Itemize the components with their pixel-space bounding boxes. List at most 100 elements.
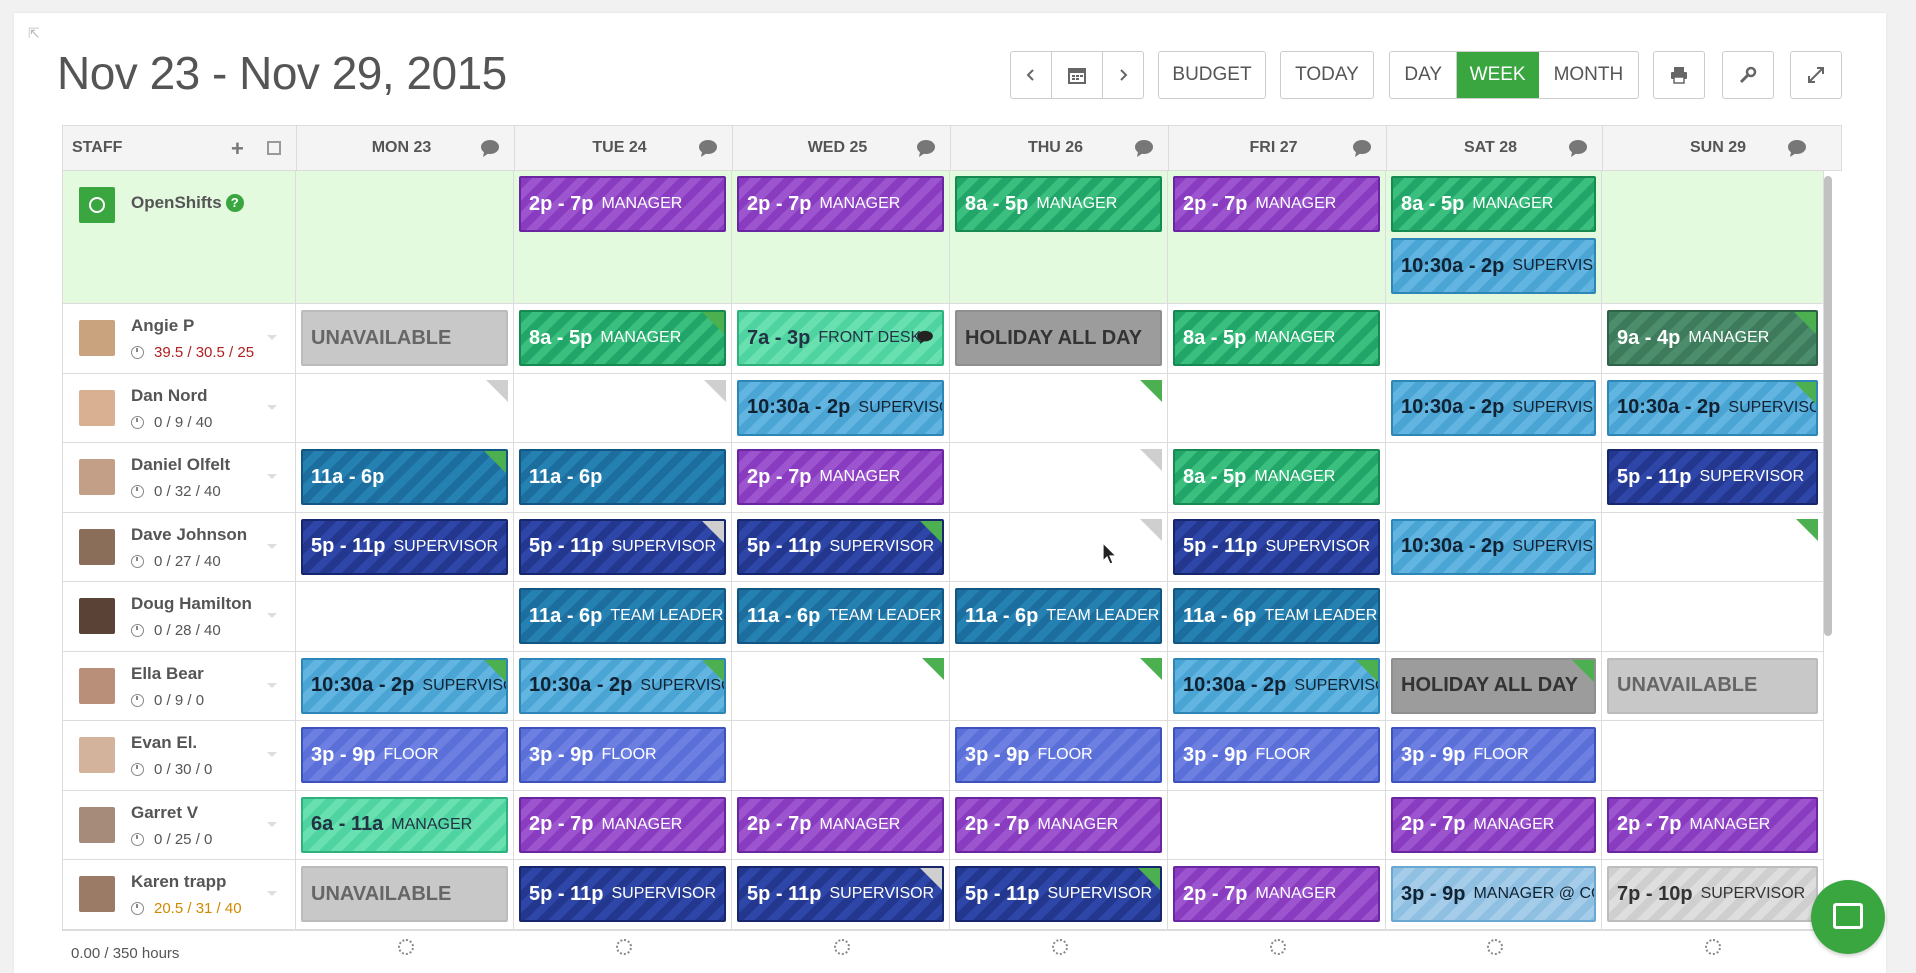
shift-block[interactable]: 5p - 11p SUPERVISOR <box>301 518 508 575</box>
shift-block[interactable]: 10:30a - 2pSUPERVISO <box>1391 518 1596 575</box>
day-cell[interactable]: 8a - 5p MANAGER <box>514 304 732 373</box>
shift-block[interactable]: 10:30a - 2pSUPERVISO <box>1391 238 1596 294</box>
day-cell[interactable]: 10:30a - 2pSUPERVISO <box>1386 373 1602 442</box>
day-cell[interactable]: 2p - 7p MANAGER <box>732 790 950 859</box>
shift-block[interactable]: 5p - 11p SUPERVISOR <box>1173 518 1380 575</box>
day-cell[interactable] <box>1602 582 1824 651</box>
shift-block[interactable]: 10:30a - 2pSUPERVISO <box>1173 657 1380 714</box>
day-note-icon[interactable] <box>1568 139 1588 157</box>
calendar-button[interactable] <box>1051 51 1103 99</box>
shift-block[interactable]: 10:30a - 2pSUPERVISO <box>519 657 726 714</box>
shift-block[interactable]: 2p - 7p MANAGER <box>519 796 726 853</box>
staff-name[interactable]: Daniel Olfelt <box>131 455 230 475</box>
staff-menu-caret-icon[interactable] <box>267 821 277 827</box>
day-cell[interactable]: UNAVAILABLE <box>296 860 514 929</box>
day-cell[interactable]: 2p - 7p MANAGER <box>1386 790 1602 859</box>
shift-block[interactable]: 8a - 5p MANAGER <box>1173 310 1380 366</box>
day-cell[interactable]: 8a - 5p MANAGER 10:30a - 2p SUPERVISO <box>1386 171 1602 303</box>
day-cell[interactable]: 2p - 7p MANAGER <box>514 171 732 303</box>
shift-block[interactable]: 7p - 10p SUPERVISOR <box>1607 866 1818 922</box>
shift-block[interactable]: UNAVAILABLE <box>1607 657 1818 714</box>
day-cell[interactable]: 3p - 9p FLOOR <box>950 721 1168 790</box>
day-cell[interactable]: 2p - 7p MANAGER <box>950 790 1168 859</box>
day-cell[interactable]: 5p - 11p SUPERVISOR <box>1168 512 1386 581</box>
shift-block[interactable]: 10:30a - 2pSUPERVISO <box>1391 379 1596 436</box>
day-cell[interactable] <box>514 373 732 442</box>
shift-block[interactable]: 8a - 5p MANAGER <box>519 310 726 366</box>
staff-menu-caret-icon[interactable] <box>267 752 277 757</box>
settings-button[interactable] <box>1722 51 1774 99</box>
day-cell[interactable]: 11a - 6p <box>514 443 732 512</box>
day-header-mon[interactable]: MON 23 <box>297 126 515 170</box>
staff-cell[interactable]: Angie P 39.5 / 30.5 / 25 <box>62 304 296 373</box>
day-cell[interactable]: 9a - 4p MANAGER <box>1602 304 1824 373</box>
shift-block[interactable]: 5p - 11p SUPERVISOR <box>737 866 944 922</box>
day-cell[interactable]: 10:30a - 2pSUPERVISO <box>1602 373 1824 442</box>
day-header-tue[interactable]: TUE 24 <box>515 126 733 170</box>
day-cell[interactable]: UNAVAILABLE <box>296 304 514 373</box>
day-cell[interactable]: 11a - 6p TEAM LEADER <box>950 582 1168 651</box>
day-note-icon[interactable] <box>916 139 936 157</box>
day-cell[interactable] <box>732 721 950 790</box>
day-cell[interactable]: 8a - 5p MANAGER <box>1168 304 1386 373</box>
day-cell[interactable] <box>296 373 514 442</box>
day-cell[interactable]: HOLIDAY ALL DAY <box>1386 651 1602 720</box>
shift-block[interactable]: 11a - 6p <box>301 449 508 505</box>
day-cell[interactable]: 3p - 9p FLOOR <box>1386 721 1602 790</box>
shift-block[interactable]: 2p - 7p MANAGER <box>955 796 1162 853</box>
staff-menu-caret-icon[interactable] <box>267 335 277 340</box>
staff-name[interactable]: Garret V <box>131 803 198 823</box>
comment-icon[interactable] <box>916 330 934 344</box>
staff-name[interactable]: Karen trapp <box>131 872 226 892</box>
staff-name[interactable]: Dan Nord <box>131 386 208 406</box>
shift-block[interactable]: 10:30a - 2pSUPERVISO <box>301 657 508 714</box>
shift-block[interactable]: 9a - 4p MANAGER <box>1607 310 1818 366</box>
day-cell[interactable] <box>950 373 1168 442</box>
day-cell[interactable] <box>1168 373 1386 442</box>
day-cell[interactable]: 11a - 6p TEAM LEADER <box>1168 582 1386 651</box>
day-cell[interactable] <box>950 651 1168 720</box>
shift-block[interactable]: 11a - 6p TEAM LEADER <box>737 588 944 644</box>
shift-block[interactable]: 3p - 9p FLOOR <box>301 727 508 783</box>
shift-block[interactable]: 10:30a - 2pSUPERVISO <box>1607 379 1818 436</box>
day-cell[interactable]: 7p - 10p SUPERVISOR <box>1602 860 1824 929</box>
view-week-button[interactable]: WEEK <box>1457 52 1539 98</box>
day-cell[interactable]: 7a - 3p FRONT DESK <box>732 304 950 373</box>
staff-cell[interactable]: Garret V 0 / 25 / 0 <box>62 790 296 859</box>
staff-cell[interactable]: Doug Hamilton 0 / 28 / 40 <box>62 582 296 651</box>
view-day-button[interactable]: DAY <box>1390 52 1458 98</box>
day-cell[interactable] <box>1602 512 1824 581</box>
day-cell[interactable]: 11a - 6p TEAM LEADER <box>514 582 732 651</box>
shift-block[interactable]: 2p - 7p MANAGER <box>1391 796 1596 853</box>
shift-block[interactable]: 5p - 11p SUPERVISOR <box>955 866 1162 922</box>
day-cell[interactable]: 2p - 7p MANAGER <box>732 171 950 303</box>
day-cell[interactable] <box>1602 721 1824 790</box>
day-cell[interactable]: 10:30a - 2pSUPERVISO <box>296 651 514 720</box>
staff-menu-caret-icon[interactable] <box>267 543 277 549</box>
day-cell[interactable]: 10:30a - 2pSUPERVISO <box>1386 512 1602 581</box>
shift-block[interactable]: 3p - 9p FLOOR <box>1391 727 1596 783</box>
day-cell[interactable]: 5p - 11p SUPERVISOR <box>296 512 514 581</box>
day-cell[interactable] <box>950 443 1168 512</box>
day-header-fri[interactable]: FRI 27 <box>1169 126 1387 170</box>
day-note-icon[interactable] <box>1787 139 1807 157</box>
day-cell[interactable]: 2p - 7p MANAGER <box>1168 860 1386 929</box>
day-cell[interactable]: 3p - 9p FLOOR <box>296 721 514 790</box>
collapse-icon[interactable]: ⇱ <box>28 26 42 40</box>
shift-block[interactable]: 5p - 11p SUPERVISOR <box>737 518 944 575</box>
staff-menu-caret-icon[interactable] <box>267 682 277 688</box>
staff-name[interactable]: Ella Bear <box>131 664 204 684</box>
day-cell[interactable] <box>1386 443 1602 512</box>
day-cell[interactable]: 3p - 9p FLOOR <box>514 721 732 790</box>
staff-menu-caret-icon[interactable] <box>267 891 277 896</box>
day-cell[interactable]: 10:30a - 2pSUPERVISO <box>514 651 732 720</box>
shift-block[interactable]: 2p - 7p MANAGER <box>1607 796 1818 853</box>
help-icon[interactable]: ? <box>225 194 244 212</box>
next-week-button[interactable] <box>1102 51 1144 99</box>
shift-block[interactable]: 11a - 6p <box>519 449 726 505</box>
shift-block[interactable]: 11a - 6p TEAM LEADER <box>519 588 726 644</box>
shift-block[interactable]: 2p - 7p MANAGER <box>737 796 944 853</box>
day-cell[interactable]: 5p - 11p SUPERVISOR <box>732 860 950 929</box>
staff-name[interactable]: Dave Johnson <box>131 525 247 545</box>
staff-cell[interactable]: Evan El. 0 / 30 / 0 <box>62 721 296 790</box>
